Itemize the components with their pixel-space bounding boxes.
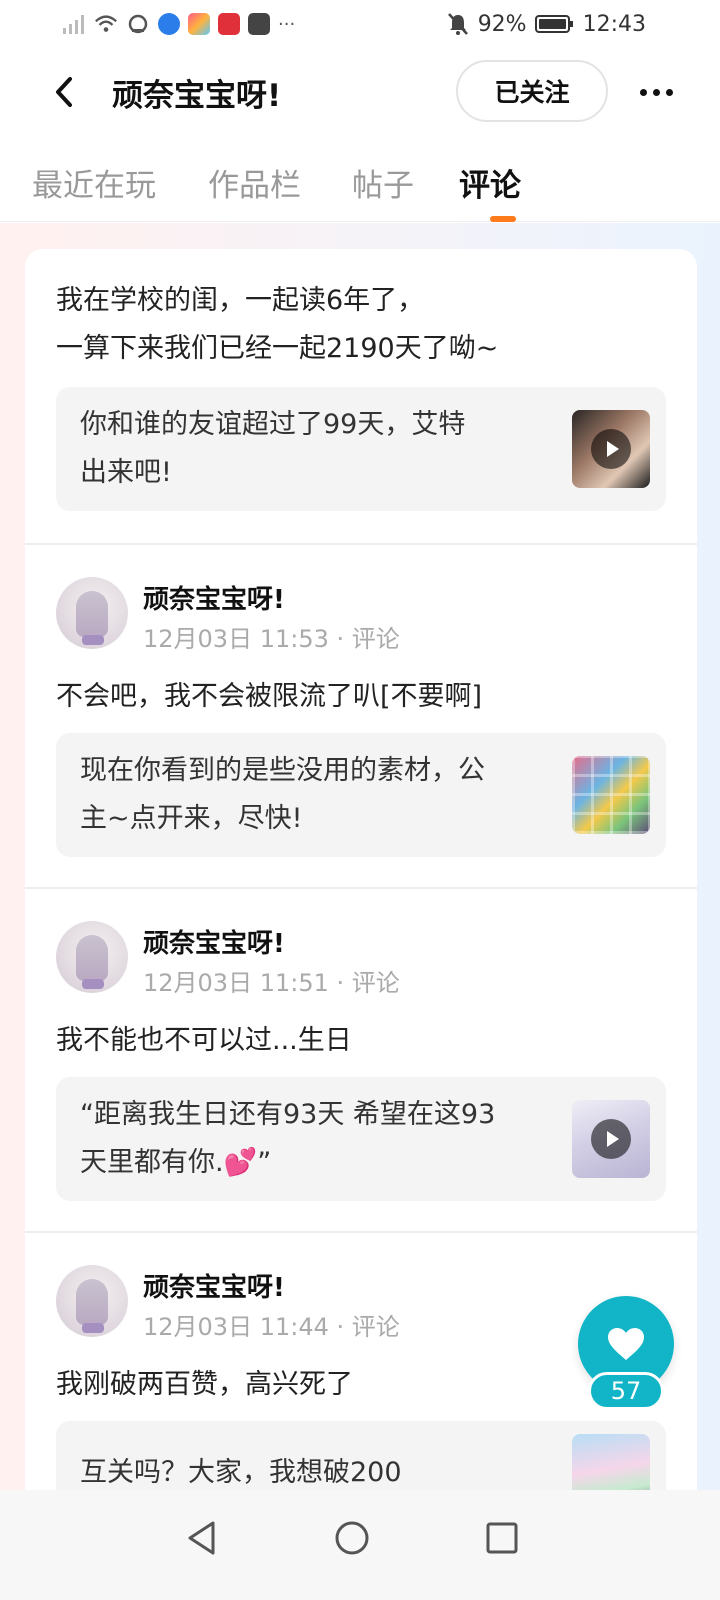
comment-text: 我在学校的闺，一起读6年了， 一算下来我们已经一起2190天了呦~ <box>25 277 697 373</box>
status-bar: ··· 92% 12:43 <box>0 0 720 48</box>
comment-card[interactable]: 顽奈宝宝呀! 12月03日 11:51 · 评论 我不能也不可以过...生日 “… <box>25 889 697 1233</box>
author-row: 顽奈宝宝呀! 12月03日 11:51 · 评论 <box>25 911 697 997</box>
author-name[interactable]: 顽奈宝宝呀! <box>143 579 285 616</box>
quoted-post-line: 你和谁的友谊超过了99天，艾特 <box>80 409 466 440</box>
comment-text: 我不能也不可以过...生日 <box>56 1025 352 1056</box>
more-options-button[interactable] <box>628 74 684 110</box>
comment-card[interactable]: 顽奈宝宝呀! 12月03日 11:53 · 评论 不会吧，我不会被限流了叭[不要… <box>25 545 697 889</box>
closing-quote: ” <box>257 1147 272 1178</box>
app-red-book-icon <box>218 13 240 35</box>
quoted-post-line: “距离我生日还有93天 希望在这93 <box>80 1099 496 1130</box>
author-name[interactable]: 顽奈宝宝呀! <box>143 923 285 960</box>
status-right: 92% 12:43 <box>446 12 646 37</box>
comment-text: 不会吧，我不会被限流了叭[不要啊] <box>56 681 483 712</box>
app-blue-icon <box>158 13 180 35</box>
tab-works[interactable]: 作品栏 <box>208 160 301 205</box>
comment-text-line: 一算下来我们已经一起2190天了呦~ <box>56 333 499 364</box>
back-button[interactable] <box>44 70 84 114</box>
quoted-post-line: 出来吧! <box>80 457 172 488</box>
quoted-post-text: 天里都有你. <box>80 1147 224 1178</box>
signal-icon <box>62 12 86 36</box>
quoted-post-line: 现在你看到的是些没用的素材，公 <box>80 755 485 786</box>
circle-home-icon <box>335 1521 369 1555</box>
comment-card[interactable]: 我在学校的闺，一起读6年了， 一算下来我们已经一起2190天了呦~ 你和谁的友谊… <box>25 249 697 545</box>
status-time: 12:43 <box>582 11 646 37</box>
play-icon <box>591 429 631 469</box>
battery-icon <box>534 12 575 36</box>
active-tab-indicator <box>490 216 516 222</box>
status-left: ··· <box>62 12 295 36</box>
quoted-post-line: 天里都有你.💕” <box>80 1139 562 1187</box>
more-dot-icon <box>652 88 660 96</box>
more-dot-icon <box>639 88 647 96</box>
tab-bar: 最近在玩 作品栏 帖子 评论 <box>0 150 720 222</box>
comment-text-line: 我在学校的闺，一起读6年了， <box>56 285 425 316</box>
tab-recently-played[interactable]: 最近在玩 <box>32 160 156 205</box>
quoted-post[interactable]: “距离我生日还有93天 希望在这93 天里都有你.💕” <box>56 1077 666 1201</box>
nav-recents-button[interactable] <box>472 1508 532 1568</box>
tab-comments[interactable]: 评论 <box>459 160 521 205</box>
mute-bell-icon <box>446 12 470 36</box>
sync-icon <box>126 12 150 36</box>
tab-posts[interactable]: 帖子 <box>352 160 414 205</box>
nav-back-button[interactable] <box>172 1508 232 1568</box>
video-thumbnail <box>572 1100 650 1178</box>
author-name[interactable]: 顽奈宝宝呀! <box>143 1267 285 1304</box>
comment-meta: 12月03日 11:44 · 评论 <box>143 1313 400 1341</box>
author-row: 顽奈宝宝呀! 12月03日 11:53 · 评论 <box>25 567 697 653</box>
app-multicolor-icon <box>188 13 210 35</box>
page-title: 顽奈宝宝呀! <box>112 78 282 114</box>
heart-icon <box>608 1328 644 1360</box>
follow-button[interactable]: 已关注 <box>456 60 608 122</box>
avatar[interactable] <box>56 1265 128 1337</box>
system-nav-bar <box>0 1490 720 1600</box>
square-recents-icon <box>486 1522 518 1554</box>
more-dot-icon <box>665 88 673 96</box>
quoted-post[interactable]: 现在你看到的是些没用的素材，公 主~点开来，尽快! <box>56 733 666 857</box>
header: 顽奈宝宝呀! 已关注 <box>0 58 720 128</box>
chevron-left-icon <box>56 77 72 107</box>
wifi-icon <box>94 12 118 36</box>
avatar[interactable] <box>56 577 128 649</box>
play-icon <box>591 1119 631 1159</box>
like-count-badge: 57 <box>588 1372 664 1410</box>
comment-meta: 12月03日 11:53 · 评论 <box>143 625 400 653</box>
two-hearts-icon: 💕 <box>223 1147 258 1178</box>
comment-meta: 12月03日 11:51 · 评论 <box>143 969 400 997</box>
quoted-post-line: 主~点开来，尽快! <box>80 803 303 834</box>
avatar[interactable] <box>56 921 128 993</box>
status-more: ··· <box>278 13 296 35</box>
app-mail-icon <box>248 13 270 35</box>
triangle-back-icon <box>188 1521 215 1555</box>
nav-home-button[interactable] <box>322 1508 382 1568</box>
quoted-post[interactable]: 你和谁的友谊超过了99天，艾特 出来吧! <box>56 387 666 511</box>
video-thumbnail <box>572 410 650 488</box>
battery-percent: 92% <box>477 11 527 37</box>
image-thumbnail <box>572 756 650 834</box>
